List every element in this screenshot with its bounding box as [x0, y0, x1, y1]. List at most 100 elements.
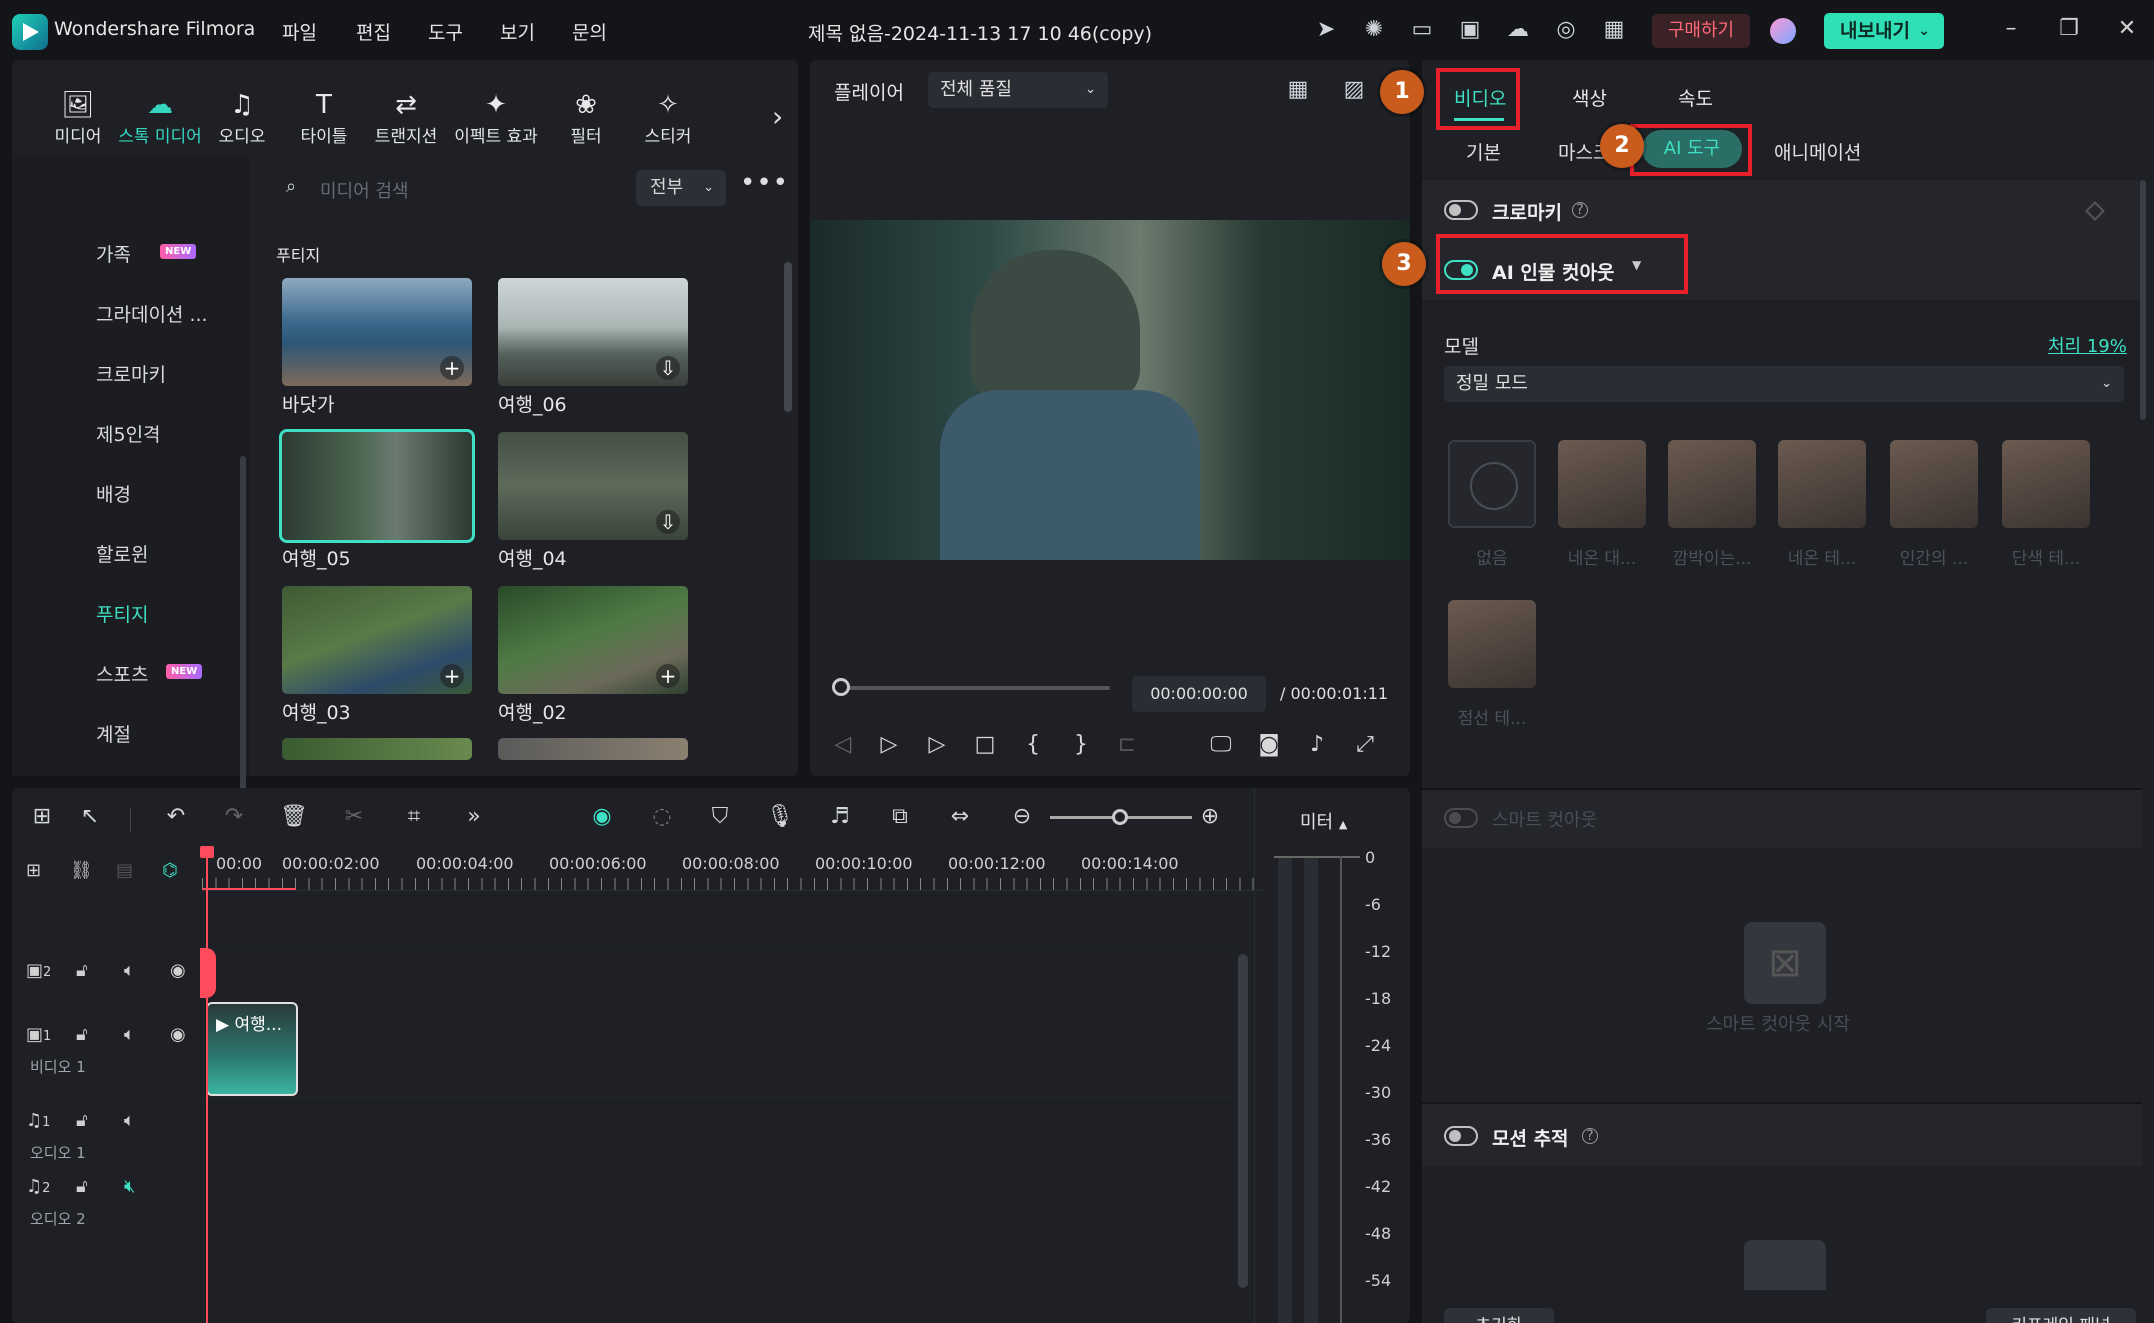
tab-color[interactable]: 색상 — [1572, 84, 1607, 111]
replace-icon[interactable]: ⧉ — [884, 804, 916, 829]
category-item[interactable]: 배경 — [96, 480, 131, 507]
tool-effects[interactable]: ✦ 이펙트 효과 — [448, 88, 544, 147]
snapshot-view-icon[interactable]: ▨ — [1340, 76, 1368, 104]
fullscreen-icon[interactable]: ⤢ — [1350, 732, 1380, 757]
chevron-right-icon[interactable]: › — [772, 100, 783, 133]
tool-audio[interactable]: ♫ 오디오 — [200, 88, 284, 147]
media-thumbnail[interactable] — [498, 738, 688, 760]
volume-icon[interactable]: 🔈︎ — [124, 960, 135, 981]
menu-help[interactable]: 문의 — [572, 18, 607, 45]
camera-icon[interactable]: ◙ — [1254, 732, 1284, 757]
ai-cutout-toggle[interactable] — [1444, 260, 1478, 280]
eye-icon[interactable]: ◉ — [170, 960, 186, 981]
auto-highlight-icon[interactable]: ◌ — [646, 804, 678, 829]
stack-icon[interactable]: ▤ — [116, 860, 133, 881]
meter-dropdown[interactable]: 미터 ▲ — [1300, 808, 1347, 834]
preset-none[interactable] — [1448, 440, 1536, 528]
restore-icon[interactable]: ❐ — [2054, 14, 2084, 44]
category-item[interactable]: 계절 — [96, 720, 131, 747]
eye-icon[interactable]: ◉ — [170, 1024, 186, 1045]
more-icon[interactable]: ••• — [740, 168, 789, 198]
chroma-key-toggle[interactable] — [1444, 200, 1478, 220]
lock-icon[interactable]: 🔓︎ — [76, 1176, 88, 1197]
stop-icon[interactable]: □ — [970, 732, 1000, 757]
preset-neon[interactable] — [1558, 440, 1646, 528]
zoom-handle[interactable] — [1112, 809, 1128, 825]
preset-dotted[interactable] — [1448, 600, 1536, 688]
add-icon[interactable]: + — [440, 664, 464, 688]
preset-neon-border[interactable] — [1778, 440, 1866, 528]
send-icon[interactable]: ➤ — [1312, 16, 1340, 44]
filter-dropdown[interactable]: 전부 ⌄ — [636, 170, 726, 206]
video-preview[interactable] — [810, 220, 1410, 560]
split-icon[interactable]: ✂ — [338, 804, 370, 829]
tool-title[interactable]: T 타이틀 — [282, 88, 366, 147]
menu-tools[interactable]: 도구 — [428, 18, 463, 45]
download-icon[interactable]: ⇩ — [656, 356, 680, 380]
lock-icon[interactable]: 🔓︎ — [76, 1110, 88, 1131]
media-item[interactable]: ⇩ 여행_04 — [498, 432, 688, 571]
zoom-out-icon[interactable]: ⊖ — [1006, 804, 1038, 829]
fit-icon[interactable]: ⇔ — [944, 804, 976, 829]
zoom-in-icon[interactable]: ⊕ — [1194, 804, 1226, 829]
tool-media[interactable]: 🖼 미디어 — [36, 88, 120, 147]
layout-grid-icon[interactable]: ⊞ — [26, 804, 58, 829]
menu-edit[interactable]: 편집 — [356, 18, 391, 45]
category-item[interactable]: 스포츠 NEW — [96, 660, 203, 687]
tool-filter[interactable]: ❀ 필터 — [544, 88, 628, 147]
menu-file[interactable]: 파일 — [282, 18, 317, 45]
preset-solid[interactable] — [2002, 440, 2090, 528]
apps-icon[interactable]: ▦ — [1600, 16, 1628, 44]
tool-sticker[interactable]: ✧ 스티커 — [626, 88, 710, 147]
reset-button[interactable]: 초기화 — [1444, 1308, 1554, 1323]
category-scrollbar[interactable] — [240, 456, 246, 816]
tab-video[interactable]: 비디오 — [1454, 84, 1506, 111]
export-button[interactable]: 내보내기 ⌄ — [1824, 13, 1944, 49]
category-item[interactable]: 할로윈 — [96, 540, 148, 567]
motion-tracking-toggle[interactable] — [1444, 1126, 1478, 1146]
delete-icon[interactable]: 🗑 — [278, 804, 310, 829]
add-icon[interactable]: + — [656, 664, 680, 688]
preset-blink[interactable] — [1668, 440, 1756, 528]
subtab-ai-tools[interactable]: AI 도구 — [1642, 130, 1742, 168]
crop-icon[interactable]: ⌗ — [398, 804, 430, 829]
lock-icon[interactable]: 🔓︎ — [76, 1024, 88, 1045]
inspector-scrollbar[interactable] — [2140, 180, 2146, 420]
redo-icon[interactable]: ↷ — [218, 804, 250, 829]
help-icon[interactable]: ? — [1572, 202, 1588, 218]
more-tools-icon[interactable]: » — [458, 804, 490, 829]
avatar[interactable] — [1770, 18, 1796, 44]
lock-icon[interactable]: 🔓︎ — [76, 960, 88, 981]
add-track-icon[interactable]: ⊞ — [26, 860, 41, 881]
smart-cutout-icon[interactable]: ⊠ — [1744, 922, 1826, 1004]
preset-human[interactable] — [1890, 440, 1978, 528]
seek-bar[interactable] — [838, 686, 1110, 690]
undo-icon[interactable]: ↶ — [160, 804, 192, 829]
link-icon[interactable]: ⛓ — [70, 860, 93, 881]
prev-frame-icon[interactable]: ◁ — [828, 732, 858, 757]
ai-copilot-icon[interactable]: ◉ — [586, 804, 618, 829]
smart-cutout-toggle[interactable] — [1444, 808, 1478, 828]
select-tool-icon[interactable]: ↖ — [74, 804, 106, 829]
timeline-scrollbar[interactable] — [1238, 954, 1248, 1288]
media-item[interactable]: + 여행_02 — [498, 586, 688, 725]
media-scrollbar[interactable] — [784, 262, 792, 412]
next-frame-icon[interactable]: ▷ — [874, 732, 904, 757]
category-item[interactable]: 그라데이션 ... — [96, 300, 208, 327]
category-item[interactable]: 크로마키 — [96, 360, 166, 387]
insert-icon[interactable]: ⊏ — [1112, 732, 1142, 757]
close-icon[interactable]: ✕ — [2112, 14, 2142, 44]
tab-speed[interactable]: 속도 — [1678, 84, 1713, 111]
add-icon[interactable]: + — [440, 356, 464, 380]
seek-handle[interactable] — [832, 678, 850, 696]
category-item[interactable]: 제5인격 — [96, 420, 161, 447]
volume-icon[interactable]: 🔈︎ — [124, 1110, 135, 1131]
category-item-active[interactable]: 푸티지 — [96, 600, 148, 627]
playhead[interactable] — [206, 848, 208, 1323]
video-clip[interactable]: ▶ 여행... — [206, 1002, 298, 1096]
layout-icon[interactable]: ▭ — [1408, 16, 1436, 44]
mute-icon[interactable]: 🔇︎ — [124, 1176, 135, 1197]
playhead-marker[interactable] — [200, 948, 216, 998]
mark-out-icon[interactable]: } — [1066, 732, 1096, 757]
download-icon[interactable]: ⇩ — [656, 510, 680, 534]
